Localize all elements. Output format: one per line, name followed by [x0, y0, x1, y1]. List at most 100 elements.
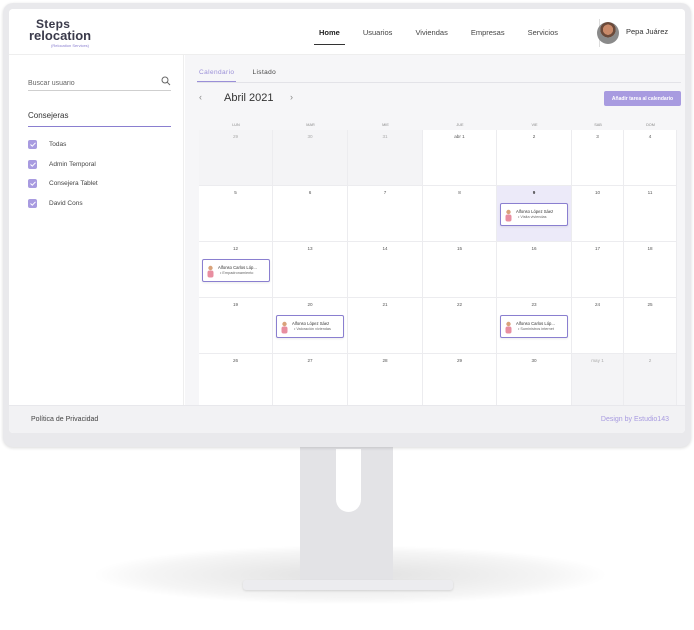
screen: Steps relocation (Relocation Services) H… [9, 9, 685, 433]
add-task-button[interactable]: Añadir tarea al calendario [604, 91, 681, 106]
filter-consejera-tablet[interactable]: Consejera Tablet [28, 174, 98, 194]
calendar-day-cell[interactable]: 16 [497, 242, 572, 298]
calendar-day-cell[interactable]: 19 [199, 298, 273, 354]
calendar-day-cell[interactable]: abr 1 [423, 130, 497, 186]
weekday-header-row: LUN MAR MIE JUE VIE SAB DOM [199, 123, 681, 130]
next-month-icon[interactable]: › [290, 92, 293, 102]
weekday-label: LUN [232, 123, 240, 127]
calendar-day-cell[interactable]: 26 [199, 354, 273, 410]
calendar-day-cell[interactable]: 6 [273, 186, 348, 242]
calendar-day-cell[interactable]: 2 [497, 130, 572, 186]
event-person-name: Alfonso López Sáez [516, 209, 554, 214]
user-avatar[interactable] [597, 22, 619, 44]
calendar-day-cell[interactable]: 20 Alfonso López Sáez • Valoración viviend… [273, 298, 348, 354]
calendar-day-cell[interactable]: 28 [348, 354, 423, 410]
stand-cable-slot [336, 449, 361, 512]
filter-admin-temporal[interactable]: Admin Temporal [28, 155, 98, 175]
prev-month-icon[interactable]: ‹ [199, 92, 202, 102]
calendar-day-cell[interactable]: 30 [497, 354, 572, 410]
day-number: 7 [383, 190, 387, 195]
calendar-day-cell[interactable]: 25 [624, 298, 677, 354]
event-avatar-icon [281, 321, 288, 334]
filter-label: Admin Temporal [49, 160, 96, 168]
calendar-day-cell[interactable]: 10 [572, 186, 624, 242]
checkbox-checked[interactable] [28, 159, 37, 169]
view-tabs: Calendario Listado [197, 67, 681, 83]
day-number: 11 [647, 190, 653, 195]
calendar-day-cell[interactable]: 21 [348, 298, 423, 354]
day-number: 23 [531, 302, 537, 307]
calendar-day-cell[interactable]: 2 [624, 354, 677, 410]
search-input[interactable] [28, 77, 153, 89]
counselor-filter-list: Todas Admin Temporal Consejera Tablet Da… [28, 135, 98, 213]
calendar-day-cell[interactable]: 13 [273, 242, 348, 298]
day-number: may 1 [591, 358, 604, 363]
nav-usuarios[interactable]: Usuarios [361, 24, 395, 41]
calendar-day-cell[interactable]: 29 [423, 354, 497, 410]
calendar-day-cell[interactable]: 8 [423, 186, 497, 242]
calendar-day-cell[interactable]: 31 [348, 130, 423, 186]
checkbox-checked[interactable] [28, 179, 37, 189]
calendar-day-cell[interactable]: 9 Alfonso López Sáez • Visita viviendas [497, 186, 572, 242]
tab-calendario[interactable]: Calendario [197, 67, 237, 82]
user-name[interactable]: Pepa Juárez [626, 27, 668, 36]
day-number: 6 [308, 190, 312, 195]
main-nav: Home Usuarios Viviendas Empresas Servici… [314, 9, 579, 55]
calendar-day-cell[interactable]: 14 [348, 242, 423, 298]
calendar-day-cell[interactable]: 29 [199, 130, 273, 186]
calendar-day-cell[interactable]: 24 [572, 298, 624, 354]
calendar-day-cell[interactable]: 15 [423, 242, 497, 298]
calendar-day-cell[interactable]: 3 [572, 130, 624, 186]
tab-listado[interactable]: Listado [250, 67, 278, 82]
calendar-day-cell[interactable]: 17 [572, 242, 624, 298]
weekday-label: MAR [306, 123, 315, 127]
day-number: 20 [307, 302, 313, 307]
event-avatar-icon [505, 321, 512, 334]
event-avatar-icon [207, 265, 214, 278]
calendar-event[interactable]: Alfonso López Sáez • Visita viviendas [500, 203, 568, 226]
day-number: 13 [307, 246, 313, 251]
top-header: Steps relocation (Relocation Services) H… [9, 9, 685, 55]
calendar-week-row: 29 30 31 abr 1 2 3 4 [199, 130, 681, 186]
calendar-day-cell[interactable]: 12 Alfonso Carlos Lóp... • Empadronamiento [199, 242, 273, 298]
day-number: 14 [382, 246, 388, 251]
day-number: 22 [456, 302, 463, 307]
calendar-event[interactable]: Alfonso Carlos Lóp... • Empadronamiento [202, 259, 270, 282]
nav-home[interactable]: Home [314, 24, 345, 45]
sidebar: Consejeras Todas Admin Temporal Consejer… [9, 55, 184, 405]
calendar-day-cell[interactable]: 22 [423, 298, 497, 354]
calendar-event[interactable]: Alfonso Carlos Lóp... • Suministros inter… [500, 315, 568, 338]
day-number: 16 [531, 246, 537, 251]
calendar-day-cell[interactable]: 11 [624, 186, 677, 242]
nav-viviendas[interactable]: Viviendas [413, 24, 449, 41]
day-number: 27 [307, 358, 313, 363]
calendar-event[interactable]: Alfonso López Sáez • Valoración viviendas [276, 315, 344, 338]
privacy-link[interactable]: Política de Privacidad [31, 416, 98, 423]
calendar-day-cell[interactable]: 4 [624, 130, 677, 186]
calendar-toolbar: ‹ Abril 2021 › Añadir tarea al calendari… [197, 89, 681, 107]
search-icon[interactable] [161, 76, 171, 86]
nav-empresas[interactable]: Empresas [469, 24, 507, 41]
event-avatar-icon [505, 209, 512, 222]
day-number: 8 [458, 190, 461, 195]
app-logo[interactable]: Steps relocation (Relocation Services) [29, 18, 99, 49]
calendar-day-cell[interactable]: 5 [199, 186, 273, 242]
checkbox-checked[interactable] [28, 140, 37, 150]
calendar-day-cell[interactable]: 30 [273, 130, 348, 186]
logo-sub-text: (Relocation Services) [51, 43, 90, 48]
day-number: 19 [232, 302, 239, 307]
calendar-day-cell[interactable]: 27 [273, 354, 348, 410]
calendar-day-cell[interactable]: 7 [348, 186, 423, 242]
calendar-grid: LUN MAR MIE JUE VIE SAB DOM 29 30 31 abr 123456789… [199, 123, 681, 410]
filter-todas[interactable]: Todas [28, 135, 98, 155]
checkbox-checked[interactable] [28, 198, 37, 208]
calendar-day-cell[interactable]: 18 [624, 242, 677, 298]
calendar-day-cell[interactable]: 23 Alfonso Carlos Lóp... • Suministros int… [497, 298, 572, 354]
day-number: 30 [531, 358, 537, 363]
nav-servicios[interactable]: Servicios [526, 24, 560, 41]
filter-david-cons[interactable]: David Cons [28, 194, 98, 214]
day-number: 18 [647, 246, 653, 251]
designer-credit-link[interactable]: Design by Estudio143 [601, 416, 669, 423]
calendar-day-cell[interactable]: may 1 [572, 354, 624, 410]
day-number: 15 [456, 246, 463, 251]
